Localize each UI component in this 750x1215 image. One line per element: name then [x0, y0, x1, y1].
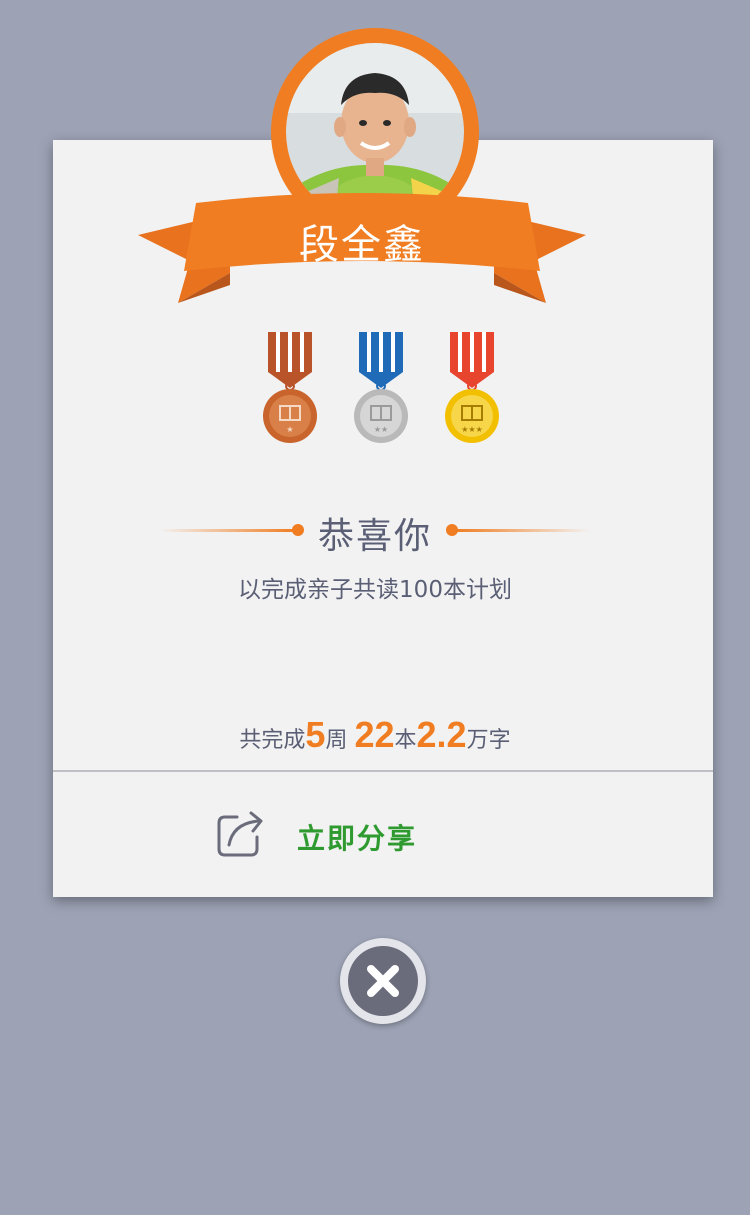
bronze-medal-icon: ★	[258, 332, 322, 448]
medal-group: ★ ★★ ★★★	[258, 332, 504, 452]
books-value: 22	[354, 714, 395, 755]
congrats-header: 恭喜你	[160, 505, 590, 557]
words-value: 2.2	[416, 714, 467, 755]
child-name: 段全鑫	[299, 222, 425, 268]
divider-line-right	[454, 529, 590, 532]
svg-text:★: ★	[286, 425, 293, 434]
books-unit: 本	[394, 728, 417, 753]
weeks-value: 5	[305, 714, 326, 755]
congrats-subtitle: 以完成亲子共读100本计划	[238, 577, 512, 603]
stats-prefix: 共完成	[239, 728, 306, 753]
close-button[interactable]	[340, 938, 426, 1024]
words-unit: 万字	[466, 728, 511, 753]
congrats-title: 恭喜你	[317, 516, 432, 557]
close-icon[interactable]	[348, 946, 418, 1016]
share-label[interactable]: 立即分享	[297, 817, 417, 857]
svg-text:★★: ★★	[374, 425, 388, 434]
silver-medal-icon: ★★	[349, 332, 413, 448]
svg-text:★★★: ★★★	[461, 425, 483, 434]
name-ribbon: 段全鑫	[138, 185, 586, 310]
gold-medal-icon: ★★★	[440, 332, 504, 448]
close-button-inner[interactable]	[348, 946, 418, 1016]
share-button[interactable]: 立即分享	[215, 805, 475, 865]
card-divider	[53, 770, 713, 772]
share-icon[interactable]	[215, 805, 267, 859]
reading-stats: 共完成5周 22本2.2万字	[0, 714, 750, 756]
weeks-unit: 周	[325, 728, 348, 753]
